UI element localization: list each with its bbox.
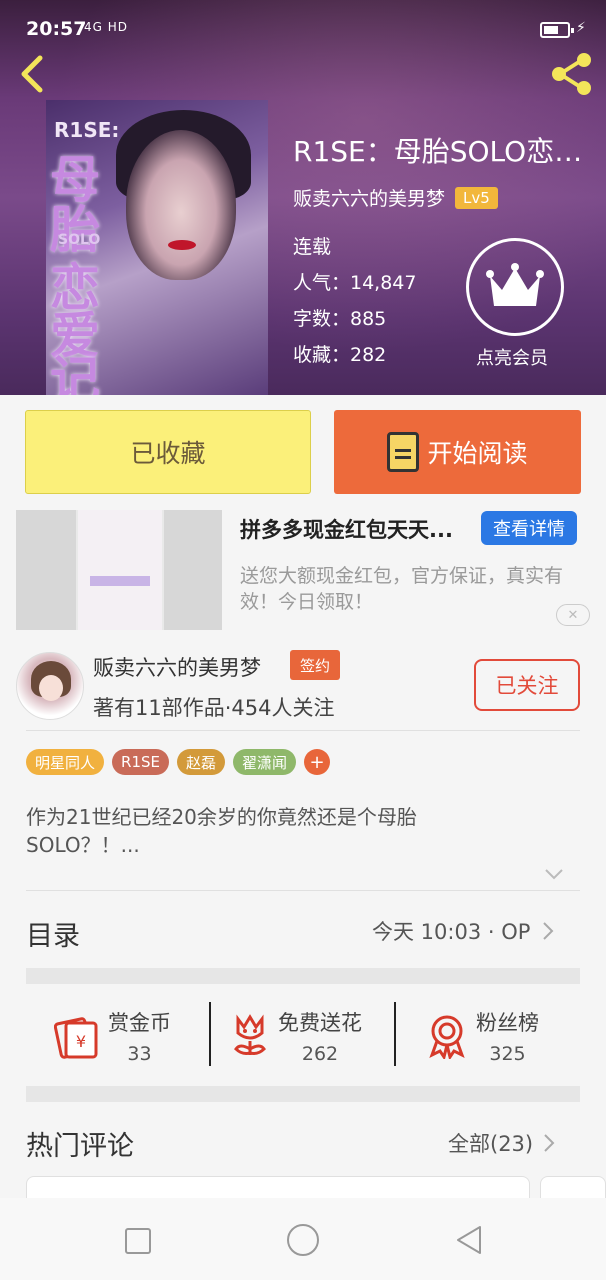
battery-icon [540, 22, 574, 38]
start-reading-button[interactable]: 开始阅读 [334, 410, 581, 494]
ad-description: 送您大额现金红包，官方保证，真实有效！今日领取！ [240, 565, 564, 613]
expand-intro-button[interactable] [544, 864, 564, 884]
chevron-right-icon [544, 1134, 555, 1152]
charging-icon: ⚡ [576, 20, 586, 36]
toc-latest[interactable]: 今天 10:03 · OP [372, 916, 555, 946]
tag-item[interactable]: R1SE [112, 749, 169, 775]
chevron-right-icon [543, 922, 554, 940]
medal-icon [429, 1015, 465, 1059]
send-flower-button[interactable]: 免费送花 262 [230, 1004, 362, 1068]
favorited-button[interactable]: 已收藏 [25, 410, 311, 494]
signed-badge: 签约 [290, 650, 340, 680]
ad-title[interactable]: 拼多多现金红包天天... [240, 514, 476, 544]
ad-close-button[interactable]: ✕ [556, 604, 590, 626]
comment-card[interactable] [26, 1176, 530, 1200]
hot-comments-title: 热门评论 [26, 1131, 134, 1162]
book-state: 连载 [293, 236, 332, 258]
following-button[interactable]: 已关注 [474, 659, 580, 711]
divider [26, 890, 580, 891]
tag-item[interactable]: 明星同人 [26, 749, 105, 775]
tag-item[interactable]: 赵磊 [176, 749, 225, 775]
status-time: 20:57 [26, 18, 87, 40]
divider [209, 1002, 211, 1066]
tag-list: 明星同人 R1SE 赵磊 翟潇闻 + [26, 749, 331, 775]
vip-button[interactable] [466, 238, 564, 336]
reward-coins-button[interactable]: ¥ 赏金币 33 [54, 1004, 171, 1068]
status-bar: 20:57 4G HD ⚡ [0, 0, 606, 44]
author-name: 贩卖六六的美男梦 [293, 188, 446, 210]
crown-icon [486, 263, 544, 306]
triangle-back-icon [457, 1226, 481, 1254]
tag-item[interactable]: 翟潇闻 [233, 749, 297, 775]
book-title: R1SE：母胎SOLO恋爱... [293, 135, 603, 168]
book-intro: 作为21世纪已经20余岁的你竟然还是个母胎SOLO？！... [26, 805, 417, 857]
book-cover[interactable]: R1SE: 母 胎 SOLO 恋 爱 记 [46, 100, 268, 395]
flower-icon [234, 1014, 266, 1055]
book-icon [387, 432, 420, 472]
book-popularity: 人气：14,847 [293, 272, 417, 294]
chevron-down-icon [545, 869, 563, 880]
book-word-count: 字数：885 [293, 308, 387, 330]
signal-indicator: 4G HD [84, 20, 129, 34]
author-name-label[interactable]: 贩卖六六的美男梦 [93, 652, 261, 682]
svg-text:¥: ¥ [76, 1032, 86, 1051]
recent-apps-button[interactable] [125, 1228, 151, 1254]
cover-text-top: R1SE: [54, 118, 120, 142]
ad-image[interactable] [16, 510, 222, 630]
author-stats: 著有11部作品·454人关注 [93, 696, 335, 720]
toc-title[interactable]: 目录 [26, 914, 80, 953]
divider [26, 730, 580, 731]
vip-label[interactable]: 点亮会员 [476, 344, 548, 370]
fan-ranking-button[interactable]: 粉丝榜 325 [426, 1004, 539, 1068]
section-separator [26, 968, 580, 984]
share-icon [552, 53, 591, 95]
book-favorites: 收藏：282 [293, 344, 387, 366]
author-avatar[interactable] [16, 652, 84, 720]
home-button[interactable] [287, 1224, 319, 1256]
all-comments-link[interactable]: 全部(23) [448, 1128, 556, 1158]
system-back-button[interactable] [454, 1224, 484, 1256]
comment-card[interactable] [540, 1176, 606, 1200]
ad-details-button[interactable]: 查看详情 [481, 511, 577, 545]
section-separator [26, 1086, 580, 1102]
chevron-left-icon [21, 55, 43, 93]
back-button[interactable] [16, 54, 50, 94]
divider [394, 1002, 396, 1066]
share-button[interactable] [550, 52, 594, 96]
author-level-badge: Lv5 [455, 186, 498, 209]
book-author[interactable]: 贩卖六六的美男梦 Lv5 [293, 184, 498, 211]
add-tag-button[interactable]: + [304, 749, 331, 775]
coin-envelope-icon: ¥ [54, 1017, 98, 1059]
